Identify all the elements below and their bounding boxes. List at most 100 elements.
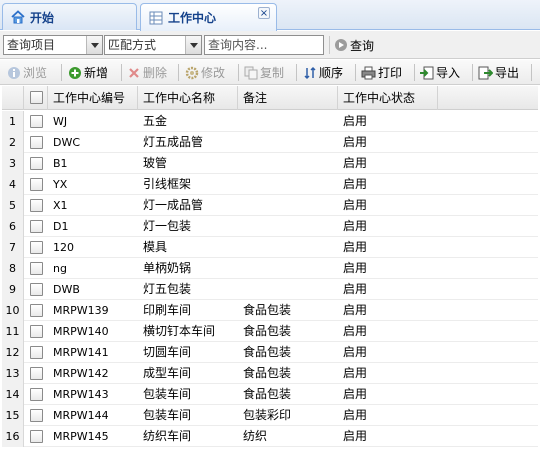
cell-note xyxy=(238,111,338,132)
cell-note: 食品包装 xyxy=(243,387,292,401)
cell-name: 灯一成品管 xyxy=(143,198,204,212)
print-button[interactable]: 打印 xyxy=(361,63,402,82)
row-select-cell xyxy=(24,342,48,363)
row-checkbox[interactable] xyxy=(30,157,43,170)
cell-status: 启用 xyxy=(343,240,368,254)
table-row[interactable]: 8 ng 单柄奶锅 启用 xyxy=(2,258,538,279)
cell-name: 纺织车间 xyxy=(143,429,192,443)
copy-button[interactable]: 复制 xyxy=(243,63,284,82)
cell-name: 模具 xyxy=(143,240,168,254)
column-header-code[interactable]: 工作中心编号 xyxy=(48,86,138,110)
row-checkbox[interactable] xyxy=(30,220,43,233)
info-icon xyxy=(6,65,21,80)
query-icon xyxy=(335,39,347,51)
add-button[interactable]: 新增 xyxy=(67,63,108,82)
row-checkbox[interactable] xyxy=(30,346,43,359)
table-row[interactable]: 9 DWB 灯五包装 启用 xyxy=(2,279,538,300)
row-number: 1 xyxy=(2,111,24,132)
cell-status: 启用 xyxy=(343,324,368,338)
row-select-cell xyxy=(24,279,48,300)
table-row[interactable]: 2 DWC 灯五成品管 启用 xyxy=(2,132,538,153)
table-row[interactable]: 7 120 模具 启用 xyxy=(2,237,538,258)
cell-name: 灯五包装 xyxy=(143,282,192,296)
divider xyxy=(121,64,122,81)
order-button[interactable]: 顺序 xyxy=(302,63,343,82)
tab-start[interactable]: 开始 xyxy=(2,3,137,30)
search-input[interactable] xyxy=(204,35,324,55)
cell-code: X1 xyxy=(53,199,68,212)
cell-name: 横切钉本车间 xyxy=(143,324,216,338)
cell-code: MRPW144 xyxy=(53,409,109,422)
row-checkbox[interactable] xyxy=(30,178,43,191)
row-checkbox[interactable] xyxy=(30,241,43,254)
table-row[interactable]: 13 MRPW142 成型车间 食品包装 启用 xyxy=(2,363,538,384)
query-field-select[interactable]: 查询项目 xyxy=(3,35,103,55)
edit-button[interactable]: 修改 xyxy=(184,63,225,82)
divider xyxy=(178,64,179,81)
add-icon xyxy=(67,65,82,80)
table-row[interactable]: 4 YX 引线框架 启用 xyxy=(2,174,538,195)
import-button[interactable]: 导入 xyxy=(419,63,460,82)
column-header-name[interactable]: 工作中心名称 xyxy=(138,86,238,110)
tab-work-center[interactable]: 工作中心 × xyxy=(140,3,277,31)
select-all-checkbox[interactable] xyxy=(30,91,43,104)
row-checkbox[interactable] xyxy=(30,262,43,275)
table-row[interactable]: 14 MRPW143 包装车间 食品包装 启用 xyxy=(2,384,538,405)
edit-label: 修改 xyxy=(201,66,226,80)
row-checkbox[interactable] xyxy=(30,283,43,296)
cell-status: 启用 xyxy=(343,135,368,149)
browse-label: 浏览 xyxy=(23,66,48,80)
cell-note: 包装彩印 xyxy=(243,408,292,422)
row-number: 3 xyxy=(2,153,24,174)
row-select-cell xyxy=(24,195,48,216)
chevron-down-icon[interactable] xyxy=(185,36,201,54)
browse-button[interactable]: 浏览 xyxy=(6,63,47,82)
row-checkbox[interactable] xyxy=(30,409,43,422)
row-checkbox[interactable] xyxy=(30,136,43,149)
table-row[interactable]: 6 D1 灯一包装 启用 xyxy=(2,216,538,237)
column-header-note[interactable]: 备注 xyxy=(238,86,338,110)
cell-status: 启用 xyxy=(343,429,368,443)
divider xyxy=(414,64,415,81)
row-number: 13 xyxy=(2,363,24,384)
cell-status: 启用 xyxy=(343,303,368,317)
table-row[interactable]: 16 MRPW145 纺织车间 纺织 启用 xyxy=(2,426,538,447)
export-button[interactable]: 导出 xyxy=(478,63,519,82)
row-checkbox[interactable] xyxy=(30,199,43,212)
tab-label: 工作中心 xyxy=(168,11,217,25)
row-select-cell xyxy=(24,216,48,237)
sort-icon xyxy=(302,65,317,80)
cell-status: 启用 xyxy=(343,219,368,233)
row-number: 16 xyxy=(2,426,24,447)
table-row[interactable]: 3 B1 玻管 启用 xyxy=(2,153,538,174)
cell-name: 包装车间 xyxy=(143,387,192,401)
row-checkbox[interactable] xyxy=(30,325,43,338)
table-row[interactable]: 11 MRPW140 横切钉本车间 食品包装 启用 xyxy=(2,321,538,342)
table-row[interactable]: 1 WJ 五金 启用 xyxy=(2,111,538,132)
row-number: 11 xyxy=(2,321,24,342)
table-row[interactable]: 5 X1 灯一成品管 启用 xyxy=(2,195,538,216)
delete-button[interactable]: 删除 xyxy=(126,63,167,82)
row-checkbox[interactable] xyxy=(30,430,43,443)
divider xyxy=(355,64,356,81)
table-row[interactable]: 10 MRPW139 印刷车间 食品包装 启用 xyxy=(2,300,538,321)
row-checkbox[interactable] xyxy=(30,304,43,317)
cell-code: MRPW140 xyxy=(53,325,109,338)
cell-status: 启用 xyxy=(343,156,368,170)
row-select-cell xyxy=(24,300,48,321)
select-all-cell xyxy=(24,86,48,110)
row-checkbox[interactable] xyxy=(30,115,43,128)
divider xyxy=(531,64,532,81)
row-checkbox[interactable] xyxy=(30,388,43,401)
table-row[interactable]: 15 MRPW144 包装车间 包装彩印 启用 xyxy=(2,405,538,426)
column-header-status[interactable]: 工作中心状态 xyxy=(338,86,438,110)
chevron-down-icon[interactable] xyxy=(86,36,102,54)
table-row[interactable]: 12 MRPW141 切圆车间 食品包装 启用 xyxy=(2,342,538,363)
match-mode-select[interactable]: 匹配方式 xyxy=(104,35,202,55)
export-label: 导出 xyxy=(495,66,520,80)
cell-code: 120 xyxy=(53,241,74,254)
close-icon[interactable]: × xyxy=(258,7,270,19)
cell-code: DWB xyxy=(53,283,80,296)
row-checkbox[interactable] xyxy=(30,367,43,380)
query-button[interactable]: 查询 xyxy=(334,36,374,54)
